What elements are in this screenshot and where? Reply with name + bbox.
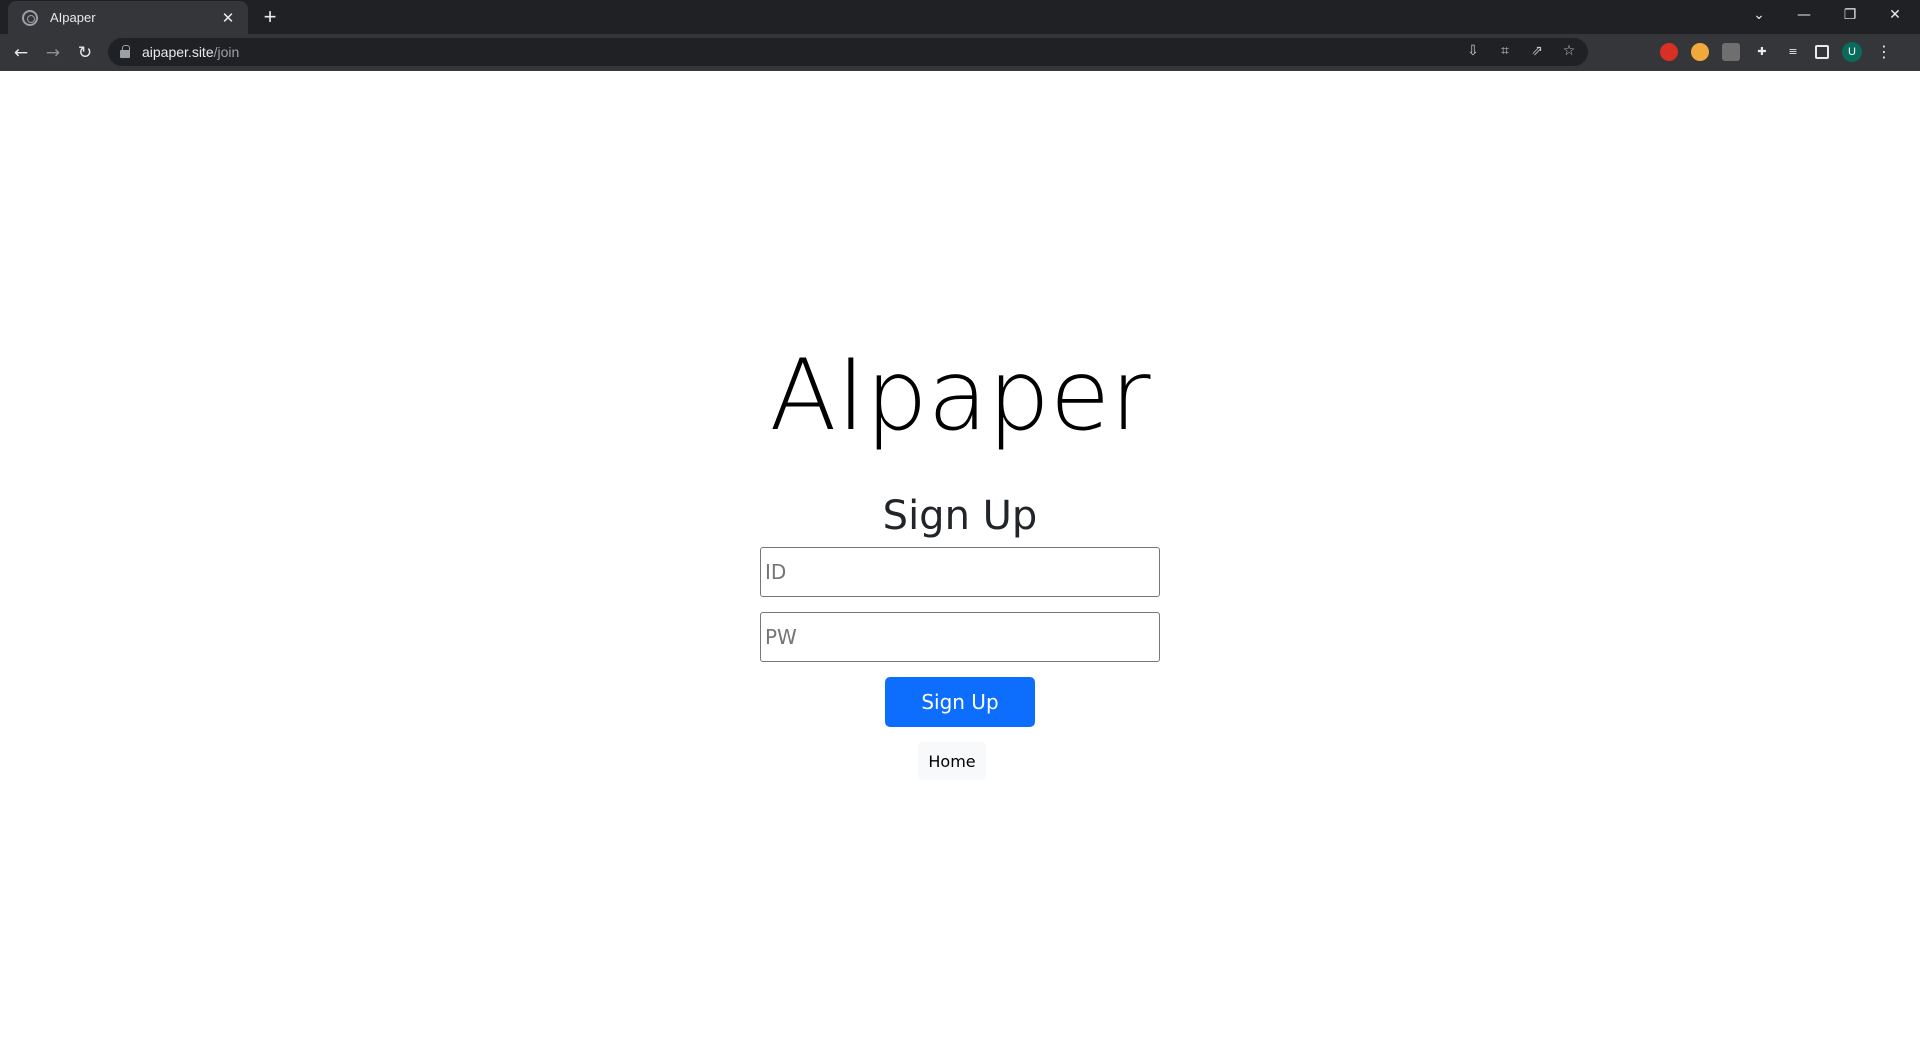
extension-gray-icon[interactable] bbox=[1722, 43, 1740, 61]
restore-button[interactable]: ❐ bbox=[1827, 0, 1873, 30]
share-icon[interactable]: ⇗ bbox=[1528, 42, 1546, 60]
tab-aipaper[interactable]: AIpaper ✕ bbox=[8, 1, 248, 34]
id-input[interactable] bbox=[760, 547, 1160, 597]
profile-avatar[interactable]: U bbox=[1842, 42, 1862, 62]
bookmark-star-icon[interactable]: ☆ bbox=[1560, 42, 1578, 60]
back-icon[interactable]: ← bbox=[8, 40, 34, 66]
extensions-area: ✚ ≡ U ⋮ bbox=[1660, 42, 1893, 62]
reload-icon[interactable]: ↻ bbox=[72, 40, 98, 66]
side-panel-icon[interactable] bbox=[1815, 45, 1829, 59]
new-tab-button[interactable]: + bbox=[258, 5, 282, 29]
menu-kebab-icon[interactable]: ⋮ bbox=[1875, 43, 1893, 61]
translate-icon[interactable]: ⌗ bbox=[1496, 42, 1514, 60]
tab-strip: AIpaper ✕ + ⌄ — ❐ ✕ bbox=[0, 0, 1920, 34]
close-window-button[interactable]: ✕ bbox=[1872, 0, 1918, 30]
forward-icon[interactable]: → bbox=[40, 40, 66, 66]
extension-cookie-icon[interactable] bbox=[1691, 43, 1709, 61]
lock-icon[interactable] bbox=[120, 45, 130, 58]
url-path: /join bbox=[213, 44, 240, 60]
page-body: AIpaper Sign Up Sign Up Home bbox=[0, 71, 1920, 1046]
home-button[interactable]: Home bbox=[918, 742, 986, 780]
reading-list-icon[interactable]: ≡ bbox=[1784, 43, 1802, 61]
brand-title: AIpaper bbox=[769, 339, 1151, 453]
minimize-button[interactable]: — bbox=[1781, 0, 1827, 30]
install-icon[interactable]: ⇩ bbox=[1464, 42, 1482, 60]
password-input[interactable] bbox=[760, 612, 1160, 662]
openai-favicon-icon bbox=[22, 9, 38, 26]
tab-search-icon[interactable]: ⌄ bbox=[1736, 0, 1782, 30]
extension-red-icon[interactable] bbox=[1660, 43, 1678, 61]
tab-title: AIpaper bbox=[50, 10, 96, 25]
sign-up-button[interactable]: Sign Up bbox=[885, 677, 1035, 727]
browser-chrome: AIpaper ✕ + ⌄ — ❐ ✕ ← → ↻ aipaper.site/j… bbox=[0, 0, 1920, 71]
page-heading: Sign Up bbox=[882, 493, 1038, 539]
omnibox-actions: ⇩ ⌗ ⇗ ☆ bbox=[1464, 42, 1578, 60]
url-host: aipaper.site bbox=[142, 44, 214, 60]
address-bar[interactable]: aipaper.site/join ⇩ ⌗ ⇗ ☆ bbox=[108, 38, 1588, 66]
extensions-puzzle-icon[interactable]: ✚ bbox=[1753, 43, 1771, 61]
browser-toolbar: ← → ↻ aipaper.site/join ⇩ ⌗ ⇗ ☆ ✚ ≡ U ⋮ bbox=[0, 34, 1920, 71]
tab-close-icon[interactable]: ✕ bbox=[218, 8, 238, 28]
